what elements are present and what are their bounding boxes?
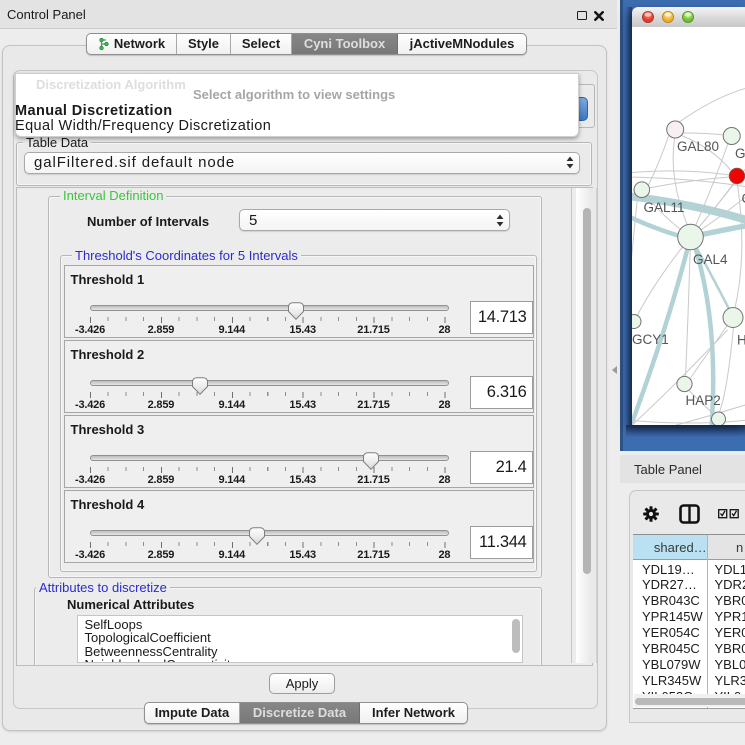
svg-text:GAL4: GAL4	[693, 252, 728, 267]
svg-text:GAL80: GAL80	[677, 139, 719, 154]
svg-text:G.: G.	[735, 146, 745, 161]
svg-text:H: H	[737, 333, 745, 348]
svg-text:GCY1: GCY1	[632, 332, 669, 347]
svg-text:GAL11: GAL11	[643, 200, 684, 215]
svg-text:C.: C.	[741, 191, 745, 206]
svg-text:HAP2: HAP2	[685, 393, 720, 408]
